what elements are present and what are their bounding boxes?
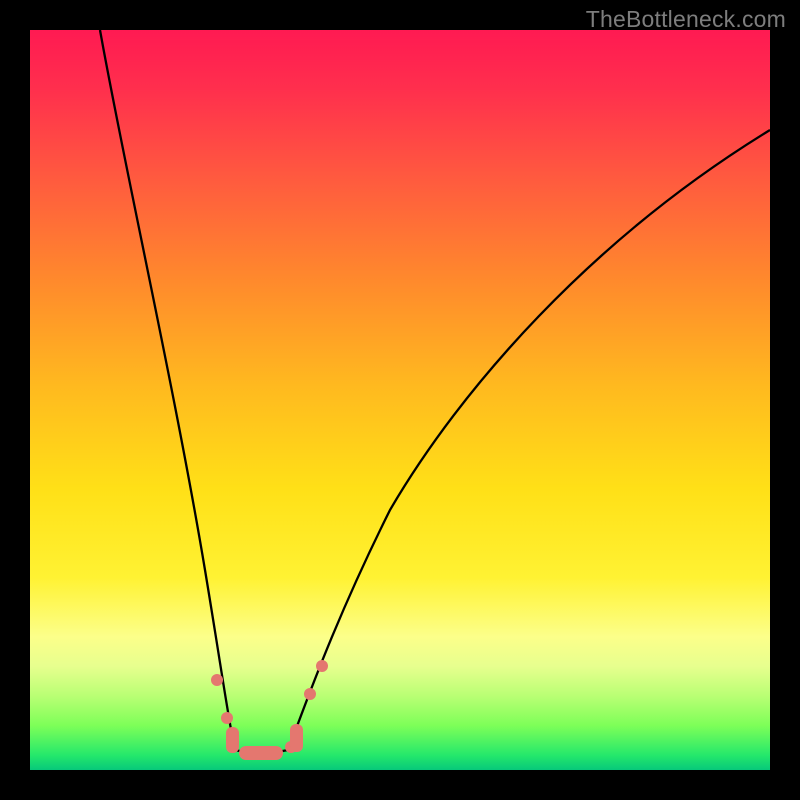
marker-dot [316,660,328,672]
marker-pill [239,746,283,760]
bottleneck-curve [30,30,770,770]
marker-pill [290,724,303,752]
marker-dot [221,712,233,724]
watermark-text: TheBottleneck.com [586,6,786,33]
marker-dot [211,674,223,686]
plot-area [30,30,770,770]
curve-valley [235,750,288,753]
chart-frame: TheBottleneck.com [0,0,800,800]
marker-pill [226,727,239,753]
curve-right [288,130,770,750]
marker-dot [304,688,316,700]
marker-dot [285,741,297,753]
curve-left [100,30,235,750]
